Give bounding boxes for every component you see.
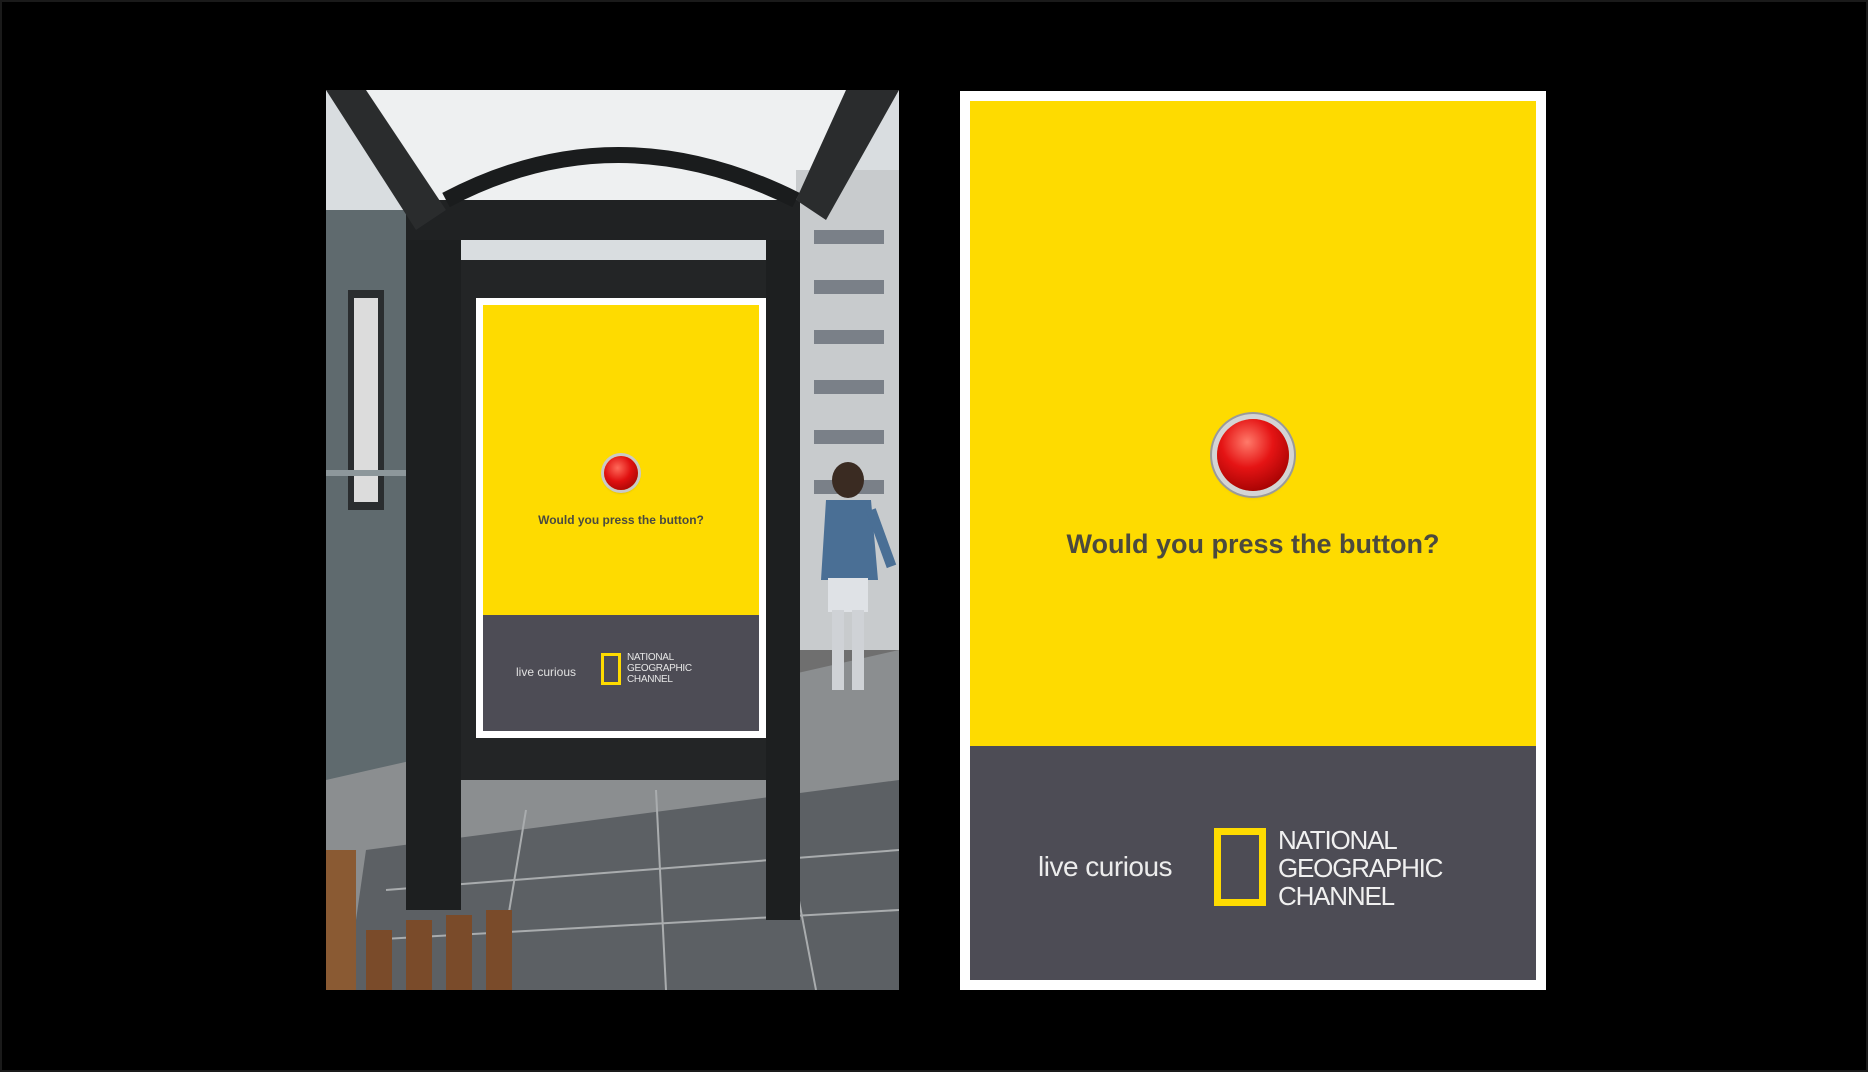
shelter-poster-question: Would you press the button? [538,513,704,527]
main-poster-footer: live curious NATIONAL GEOGRAPHIC CHANNEL [970,746,1536,980]
shelter-poster-logo-text: NATIONAL GEOGRAPHIC CHANNEL [627,652,692,685]
yellow-border-logo-icon [601,653,621,685]
logo-line-geographic: GEOGRAPHIC [627,663,692,674]
logo-line-national: NATIONAL [627,652,674,663]
image-frame [0,0,1868,1072]
main-poster-logo-text: NATIONAL GEOGRAPHIC CHANNEL [1278,825,1443,911]
main-poster-yellow-panel: Would you press the button? live curious… [970,101,1536,980]
red-button-icon [1217,419,1289,491]
shelter-poster: Would you press the button? live curious… [476,298,766,738]
logo-line-channel: CHANNEL [627,674,673,685]
main-poster-question: Would you press the button? [1066,529,1440,559]
shelter-poster-tagline: live curious [516,665,577,679]
yellow-border-logo-icon [1214,828,1266,906]
logo-line-national: NATIONAL [1278,825,1398,855]
main-poster-tagline: live curious [1038,851,1173,882]
shelter-poster-footer: live curious NATIONAL GEOGRAPHIC CHANNEL [483,615,759,731]
red-button-icon [604,456,638,490]
main-poster: Would you press the button? live curious… [960,91,1546,990]
bus-shelter-photo: Would you press the button? live curious… [326,90,899,990]
logo-line-channel: CHANNEL [1278,881,1395,911]
shelter-poster-yellow-panel: Would you press the button? live curious… [483,305,759,731]
logo-line-geographic: GEOGRAPHIC [1278,853,1443,883]
